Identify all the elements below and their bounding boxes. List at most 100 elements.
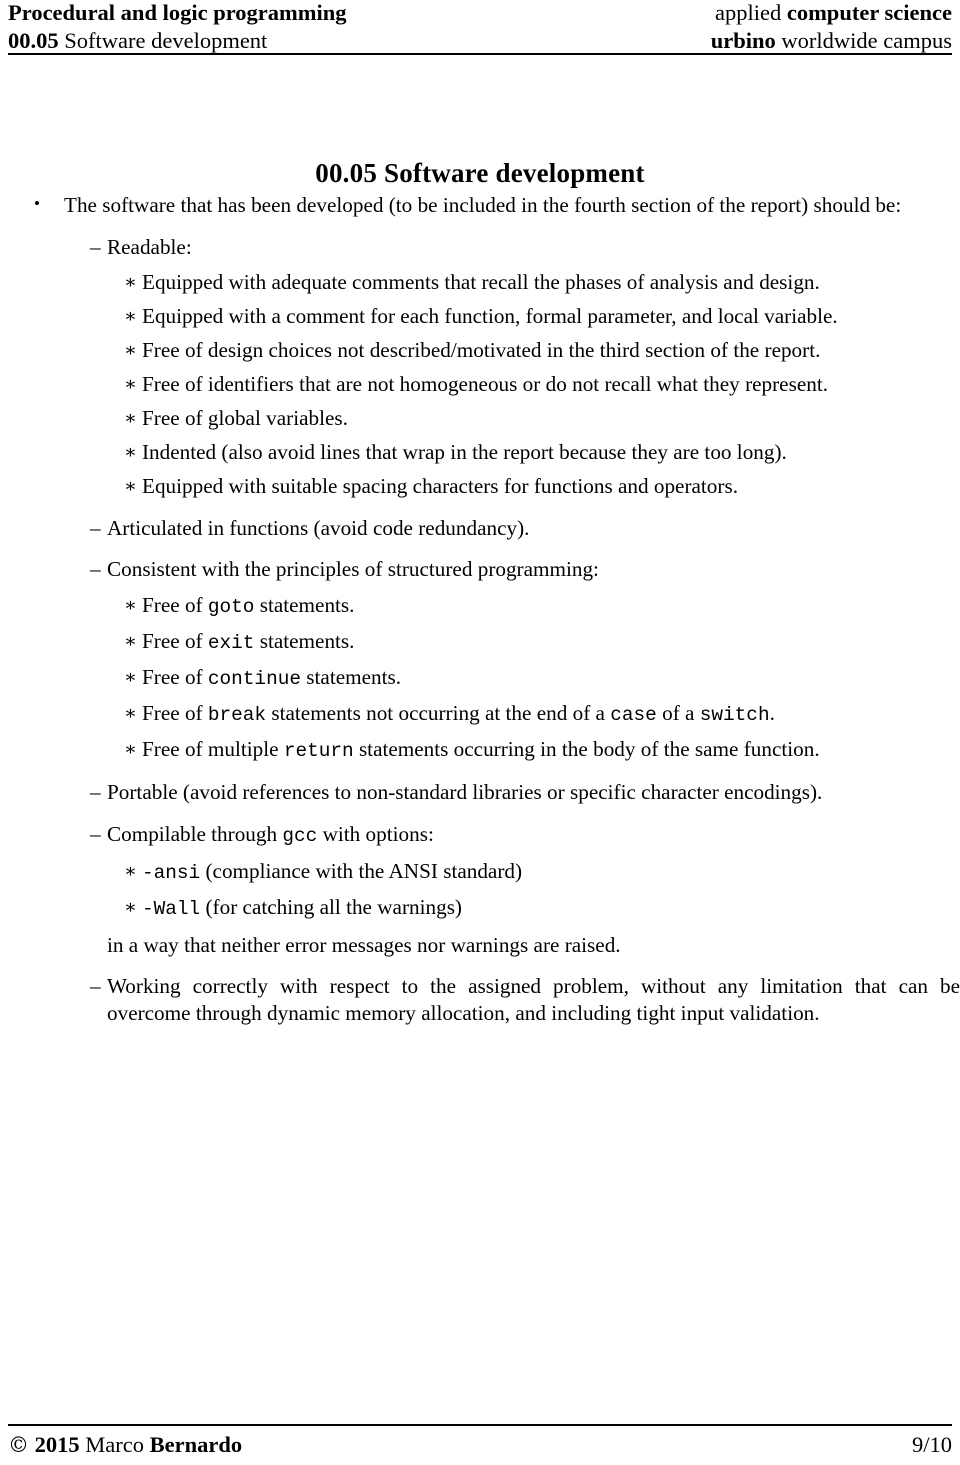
list-item-text: Free of global variables. [142,406,348,430]
star-icon: ∗ [124,476,137,497]
list-item-text: Readable: [107,234,192,259]
star-icon: ∗ [124,594,137,616]
list-item: ∗ -ansi (compliance with the ANSI standa… [28,858,960,887]
list-item: ∗ Equipped with a comment for each funct… [28,303,960,330]
options-tail-paragraph: in a way that neither error messages nor… [107,932,621,957]
text-prefix: Free of multiple [142,736,284,761]
author-first-name: Marco [85,1432,144,1457]
dash-icon: – [90,515,101,540]
list-item: ∗ Free of identifiers that are not homog… [28,371,960,398]
header-program: applied computer science [715,0,952,26]
text-prefix: Compilable through [107,821,283,846]
copyright-notice: © 2015 Marco Bernardo [8,1432,242,1458]
header-campus-city: urbino [710,28,776,53]
code-keyword: exit [207,631,255,654]
star-icon: ∗ [124,272,137,293]
text-middle: of a [656,700,700,725]
bullet-icon: • [34,194,40,213]
readable-sublist: ∗ Equipped with adequate comments that r… [28,269,960,500]
text-suffix: statements. [254,628,355,653]
list-item-text: Free of break statements not occurring a… [142,700,960,729]
dash-icon: – [90,821,101,846]
header-course-title: Procedural and logic programming [8,0,347,25]
star-icon: ∗ [124,666,137,688]
list-item-text: -Wall (for catching all the warnings) [142,894,960,923]
list-item-portable: – Portable (avoid references to non-stan… [28,779,960,806]
list-item: ∗ Free of break statements not occurring… [28,700,960,729]
star-icon: ∗ [124,702,137,724]
gcc-options-sublist: ∗ -ansi (compliance with the ANSI standa… [28,858,960,923]
page-footer: © 2015 Marco Bernardo 9/10 [8,1432,952,1458]
list-item-text: The software that has been developed (to… [64,193,902,217]
code-keyword: switch [699,703,770,726]
list-item-text: Equipped with adequate comments that rec… [142,270,820,294]
text-suffix: (for catching all the warnings) [200,895,462,919]
star-icon: ∗ [124,306,137,327]
star-icon: ∗ [124,738,137,760]
code-keyword: goto [207,595,255,618]
list-item-text: Compilable through gcc with options: [107,821,960,850]
list-item: ∗ -Wall (for catching all the warnings) [28,894,960,923]
star-icon: ∗ [124,861,137,882]
list-item: ∗ Free of multiple return statements occ… [28,736,960,765]
list-item: ∗ Free of continue statements. [28,664,960,693]
header-campus: urbino worldwide campus [711,28,952,54]
header-program-name: computer science [786,0,952,25]
list-item-working: – Working correctly with respect to the … [28,973,960,1026]
text-suffix: statements. [300,664,402,689]
list-item-text: Consistent with the principles of struct… [107,557,599,581]
code-keyword: case [610,703,657,726]
document-body: • The software that has been developed (… [28,192,960,1026]
structured-sublist: ∗ Free of goto statements. ∗ Free of exi… [28,592,960,765]
code-keyword: break [207,703,267,726]
star-icon: ∗ [124,897,137,918]
list-item-text: Equipped with suitable spacing character… [142,474,739,498]
star-icon: ∗ [124,442,137,463]
header-row-top: Procedural and logic programming applied… [8,0,952,26]
list-item-text: Free of design choices not described/mot… [142,338,821,362]
copyright-year: 2015 [34,1432,80,1457]
list-item-readable: – Readable: [28,234,960,261]
list-item: ∗ Free of design choices not described/m… [28,337,960,364]
header-section: 00.05 Software development [8,28,267,54]
list-item-text: Articulated in functions (avoid code red… [107,515,530,540]
code-keyword: return [283,739,354,762]
dash-icon: – [90,780,101,804]
header-row-bottom: 00.05 Software development urbino worldw… [8,28,952,54]
list-item: ∗ Indented (also avoid lines that wrap i… [28,439,960,466]
text-suffix: statements occurring in the body of the … [353,736,820,761]
text-suffix: . [769,700,775,725]
text-suffix: with options: [317,821,434,846]
list-item-text: Free of continue statements. [142,664,960,693]
dash-icon: – [90,557,101,581]
star-icon: ∗ [124,374,137,395]
header-section-name: Software development [64,28,268,53]
author-last-name: Bernardo [149,1432,243,1457]
code-keyword: gcc [282,824,318,847]
star-icon: ∗ [124,340,137,361]
list-item-text: Free of goto statements. [142,592,960,621]
list-item-text: Indented (also avoid lines that wrap in … [142,440,787,464]
header-program-prefix: applied [714,0,782,25]
list-item-text: Working correctly with respect to the as… [107,974,960,1025]
list-item: ∗ Free of exit statements. [28,628,960,657]
list-item-text: Free of identifiers that are not homogen… [142,372,829,396]
star-icon: ∗ [124,408,137,429]
list-item-text: Free of exit statements. [142,628,960,657]
list-item: ∗ Free of global variables. [28,405,960,432]
header-campus-suffix: worldwide campus [781,28,952,53]
list-item-structured: – Consistent with the principles of stru… [28,556,960,583]
footer-divider-rule [8,1424,952,1426]
list-item-text: Free of multiple return statements occur… [142,736,960,765]
page-header: Procedural and logic programming applied… [8,0,952,54]
list-item-compilable: – Compilable through gcc with options: [28,821,960,850]
page-number: 9/10 [911,1432,952,1457]
list-item-text: Portable (avoid references to non-standa… [107,780,823,804]
text-suffix: (compliance with the ANSI standard) [200,859,523,883]
list-item-articulated: – Articulated in functions (avoid code r… [28,515,960,542]
list-item-text: Equipped with a comment for each functio… [142,304,838,328]
header-section-number: 00.05 [8,28,59,53]
list-item: ∗ Equipped with adequate comments that r… [28,269,960,296]
list-item: ∗ Free of goto statements. [28,592,960,621]
dash-icon: – [90,234,101,259]
